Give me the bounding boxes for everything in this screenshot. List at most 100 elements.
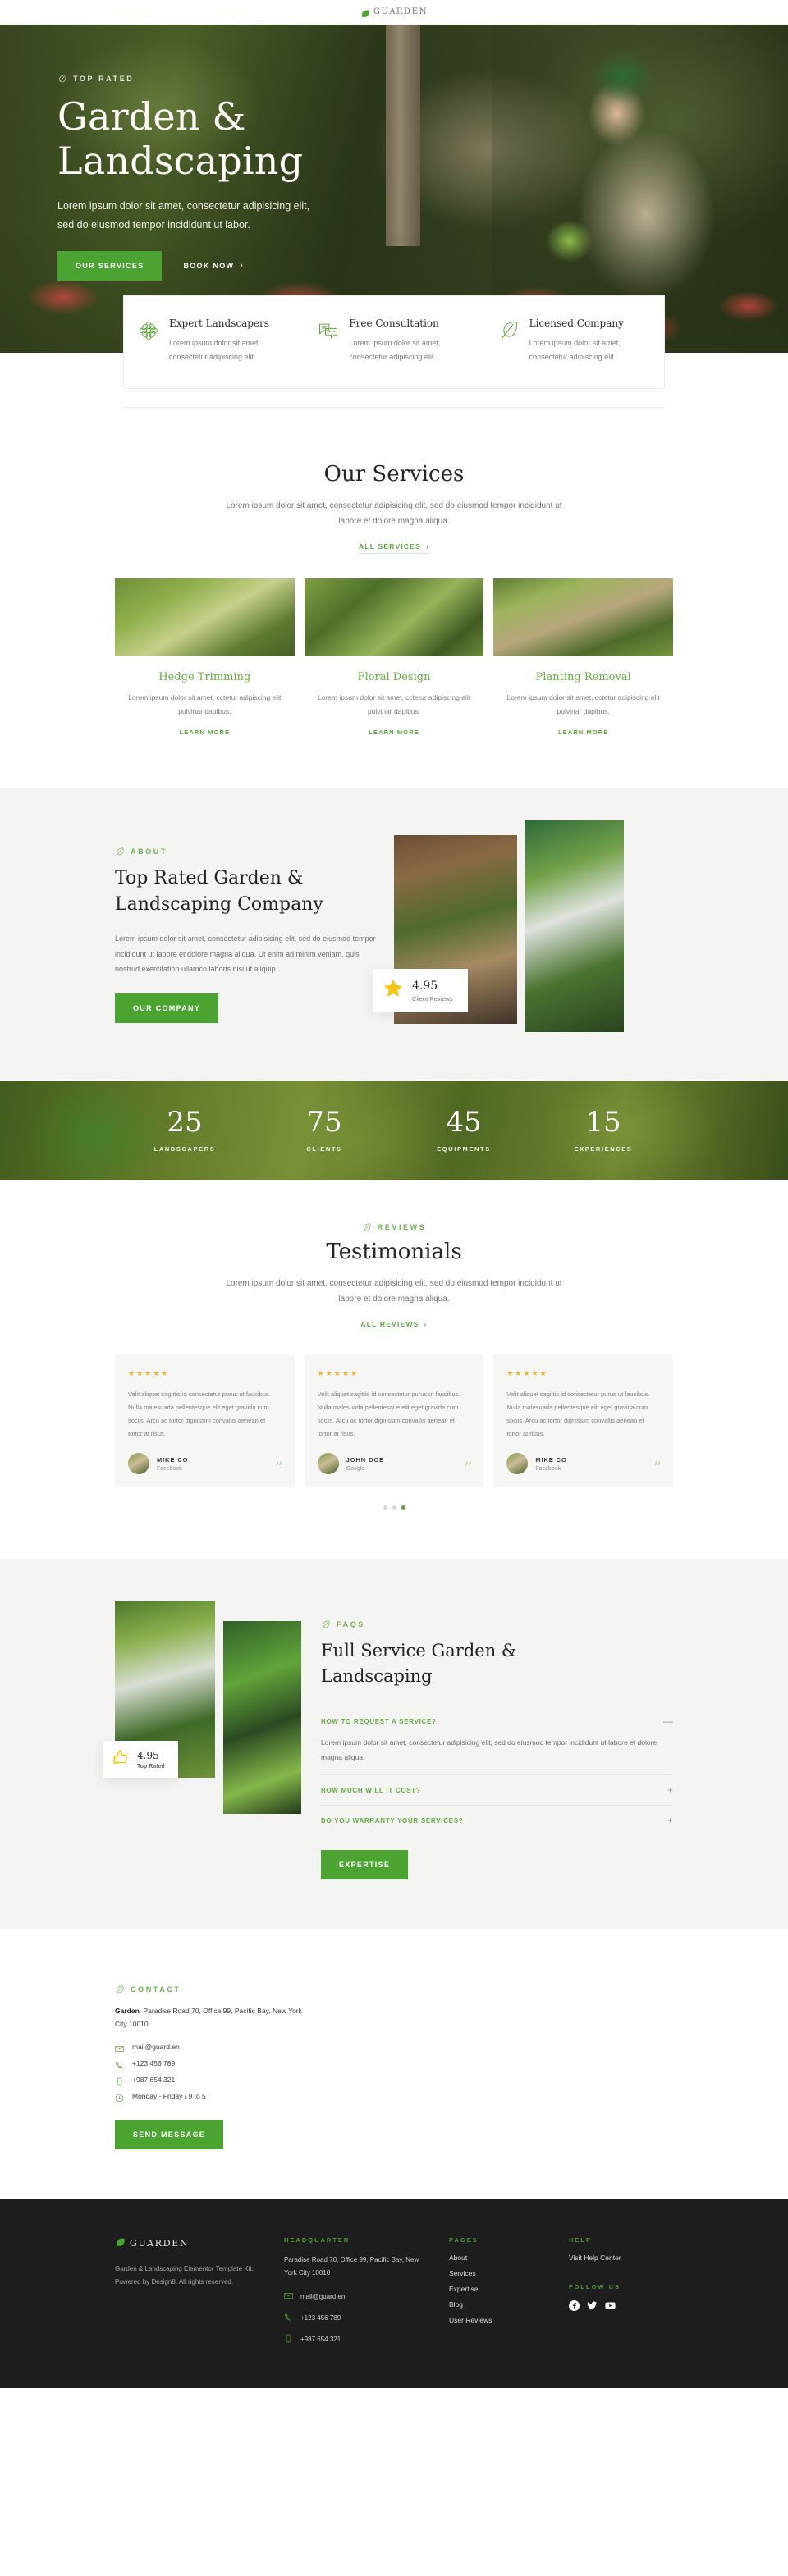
footer-link-help-center[interactable]: Visit Help Center xyxy=(569,2254,673,2262)
carousel-pagination[interactable] xyxy=(0,1505,788,1510)
about-eyebrow-text: ABOUT xyxy=(131,847,167,856)
footer-link-expertise[interactable]: Expertise xyxy=(449,2285,547,2293)
services-card-list: Hedge Trimming Lorem ipsum dolor sit ame… xyxy=(115,578,674,738)
logo-text: GUARDEN xyxy=(373,7,428,16)
about-title-line-2: Landscaping Company xyxy=(115,894,323,916)
logo[interactable]: GUARDEN xyxy=(360,7,428,18)
rating-label: Client Reviews xyxy=(412,994,453,1003)
footer-contact-row[interactable]: +987 654 321 xyxy=(284,2332,428,2347)
footer-contact-row[interactable]: mail@guard.en xyxy=(284,2290,428,2304)
testimonials-heading: REVIEWS Testimonials Lorem ipsum dolor s… xyxy=(0,1222,788,1332)
carousel-dot[interactable] xyxy=(392,1505,396,1510)
faq-eyebrow: FAQS xyxy=(321,1619,673,1628)
phone-icon xyxy=(115,2059,124,2069)
service-card[interactable]: Floral Design Lorem ipsum dolor sit amet… xyxy=(304,578,484,738)
faq-item[interactable]: HOW TO REQUEST A SERVICE? — Lorem ipsum … xyxy=(321,1706,673,1774)
stat-item: 25 LANDSCAPERS xyxy=(115,1108,254,1153)
all-reviews-link[interactable]: ALL REVIEWS › xyxy=(360,1320,428,1332)
faq-title: Full Service Garden & Landscaping xyxy=(321,1638,673,1688)
service-card[interactable]: Planting Removal Lorem ipsum dolor sit a… xyxy=(493,578,674,738)
leaf-icon xyxy=(497,319,520,342)
facebook-icon[interactable] xyxy=(569,2300,580,2311)
leaf-icon xyxy=(115,1985,124,1994)
footer-contact-text: +987 654 321 xyxy=(300,2336,341,2344)
service-card[interactable]: Hedge Trimming Lorem ipsum dolor sit ame… xyxy=(115,578,295,738)
faq-item[interactable]: HOW MUCH WILL IT COST? + xyxy=(321,1774,673,1805)
contact-address-label: Garden xyxy=(115,2007,140,2016)
hero-title-line-2: Landscaping xyxy=(57,139,304,184)
book-now-label: BOOK NOW xyxy=(183,261,235,270)
about-image-secondary xyxy=(525,820,624,1033)
footer-copyright: Garden & Landscaping Elementor Template … xyxy=(115,2264,254,2286)
faq-item[interactable]: DO YOU WARRANTY YOUR SERVICES? + xyxy=(321,1805,673,1835)
services-section: Our Services Lorem ipsum dolor sit amet,… xyxy=(0,408,788,788)
feature-card: Licensed Company Lorem ipsum dolor sit a… xyxy=(484,317,664,363)
stat-item: 45 EQUIPMENTS xyxy=(394,1108,534,1153)
footer-link-blog[interactable]: Blog xyxy=(449,2300,547,2309)
all-services-link[interactable]: ALL SERVICES › xyxy=(359,542,429,555)
plus-icon[interactable]: + xyxy=(667,1785,673,1795)
testimonial-card: ★★★★★ Velit aliquet sagittis id consecte… xyxy=(115,1354,295,1488)
top-rated-label: Top Rated xyxy=(137,1763,165,1770)
carousel-dot[interactable] xyxy=(383,1505,387,1510)
footer-link-services[interactable]: Services xyxy=(449,2269,547,2277)
footer-link-user-reviews[interactable]: User Reviews xyxy=(449,2316,547,2324)
faq-question: HOW TO REQUEST A SERVICE? xyxy=(321,1717,437,1725)
hero-title-line-1: Garden & xyxy=(57,94,246,139)
carousel-dot-active[interactable] xyxy=(401,1505,405,1510)
footer-link-about[interactable]: About xyxy=(449,2254,547,2262)
leaf-icon xyxy=(115,847,124,856)
service-image xyxy=(304,578,484,657)
our-services-button[interactable]: OUR SERVICES xyxy=(57,250,163,281)
testimonial-list: ★★★★★ Velit aliquet sagittis id consecte… xyxy=(115,1354,674,1488)
faq-eyebrow-text: FAQS xyxy=(337,1619,365,1628)
contact-text: +123 456 789 xyxy=(132,2059,176,2068)
faq-title-line-1: Full Service Garden & xyxy=(321,1641,517,1661)
testimonials-title: Testimonials xyxy=(326,1240,462,1265)
send-message-button[interactable]: SEND MESSAGE xyxy=(115,2119,224,2149)
top-rated-value: 4.95 xyxy=(137,1749,159,1761)
testimonial-source: Google xyxy=(346,1465,365,1472)
contact-row[interactable]: +123 456 789 xyxy=(115,2059,673,2069)
client-reviews-badge: 4.95 Client Reviews xyxy=(373,969,468,1013)
about-body-text: Lorem ipsum dolor sit amet, consectetur … xyxy=(115,934,376,974)
minus-icon[interactable]: — xyxy=(663,1716,673,1726)
learn-more-link[interactable]: LEARN MORE xyxy=(180,728,230,736)
learn-more-link[interactable]: LEARN MORE xyxy=(369,728,419,736)
feature-title: Free Consultation xyxy=(349,317,439,329)
quote-icon: ” xyxy=(274,1458,283,1478)
thumbs-up-icon xyxy=(112,1748,130,1770)
faq-item-header[interactable]: HOW MUCH WILL IT COST? + xyxy=(321,1785,673,1795)
youtube-icon[interactable] xyxy=(605,2300,616,2311)
footer-help-links: Visit Help Center xyxy=(569,2254,673,2262)
stat-number: 25 xyxy=(167,1106,203,1140)
services-title: Our Services xyxy=(323,462,465,487)
leaf-icon xyxy=(321,1619,330,1628)
faq-item-header[interactable]: DO YOU WARRANTY YOUR SERVICES? + xyxy=(321,1816,673,1825)
contact-row[interactable]: +987 654 321 xyxy=(115,2076,673,2085)
our-company-button[interactable]: OUR COMPANY xyxy=(115,993,219,1023)
clock-icon xyxy=(115,2092,124,2102)
testimonial-author: JOHN DOE xyxy=(346,1455,385,1464)
testimonials-section: REVIEWS Testimonials Lorem ipsum dolor s… xyxy=(0,1180,788,1560)
stat-number: 15 xyxy=(585,1106,621,1140)
contact-row[interactable]: mail@guard.en xyxy=(115,2043,673,2052)
chevron-right-icon: › xyxy=(425,542,429,551)
leaf-icon xyxy=(57,74,66,83)
book-now-link[interactable]: BOOK NOW › xyxy=(183,261,244,270)
plus-icon[interactable]: + xyxy=(667,1816,673,1825)
stat-label: LANDSCAPERS xyxy=(153,1145,216,1153)
faq-accordion: HOW TO REQUEST A SERVICE? — Lorem ipsum … xyxy=(321,1706,673,1835)
stat-item: 15 EXPERIENCES xyxy=(534,1108,673,1153)
twitter-icon[interactable] xyxy=(587,2300,598,2311)
mail-icon xyxy=(284,2290,293,2304)
contact-text: mail@guard.en xyxy=(132,2043,180,2052)
stat-item: 75 CLIENTS xyxy=(254,1108,394,1153)
service-title: Planting Removal xyxy=(535,671,631,684)
footer-logo[interactable]: GUARDEN xyxy=(115,2236,263,2251)
faq-item-header[interactable]: HOW TO REQUEST A SERVICE? — xyxy=(321,1716,673,1726)
footer-contact-row[interactable]: +123 456 789 xyxy=(284,2311,428,2326)
learn-more-link[interactable]: LEARN MORE xyxy=(558,728,608,736)
rating-value: 4.95 xyxy=(412,979,438,993)
expertise-button[interactable]: EXPERTISE xyxy=(321,1850,409,1880)
